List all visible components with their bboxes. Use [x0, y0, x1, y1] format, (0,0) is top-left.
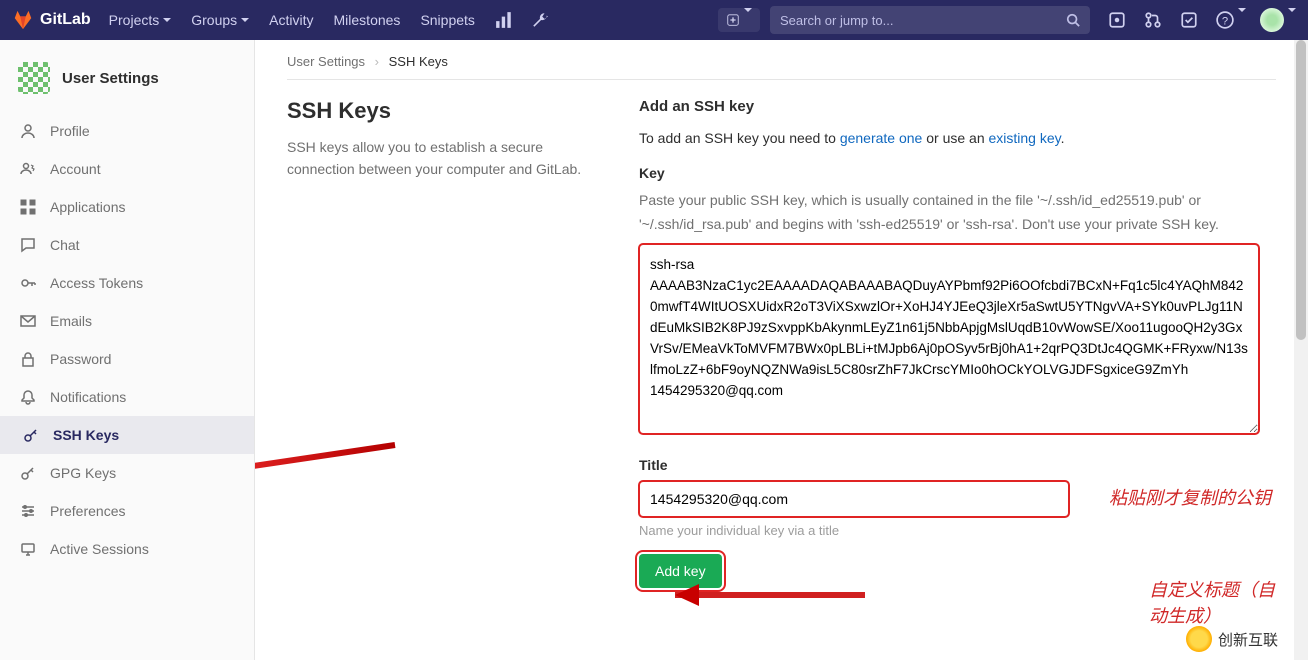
sidebar-item-gpg-keys[interactable]: GPG Keys — [0, 454, 254, 492]
token-icon — [20, 275, 36, 291]
nav-activity[interactable]: Activity — [269, 12, 313, 28]
sidebar-item-ssh-keys[interactable]: SSH Keys — [0, 416, 254, 454]
breadcrumb-current: SSH Keys — [389, 54, 448, 69]
sidebar-item-chat[interactable]: Chat — [0, 226, 254, 264]
sidebar-item-emails[interactable]: Emails — [0, 302, 254, 340]
add-key-button[interactable]: Add key — [639, 554, 722, 588]
sidebar-title: User Settings — [62, 70, 159, 87]
sidebar-item-profile[interactable]: Profile — [0, 112, 254, 150]
top-header: GitLab Projects Groups Activity Mileston… — [0, 0, 1308, 40]
sidebar-item-active-sessions[interactable]: Active Sessions — [0, 530, 254, 568]
page-desc: SSH keys allow you to establish a secure… — [287, 136, 597, 181]
sidebar-item-password[interactable]: Password — [0, 340, 254, 378]
scrollbar-thumb[interactable] — [1296, 40, 1306, 340]
brand-text: GitLab — [40, 11, 91, 29]
form-intro: To add an SSH key you need to generate o… — [639, 127, 1276, 151]
key-icon — [20, 465, 36, 481]
plus-icon — [726, 13, 740, 27]
help-icon: ? — [1216, 11, 1234, 29]
sidebar-item-account[interactable]: Account — [0, 150, 254, 188]
profile-icon — [20, 123, 36, 139]
sidebar-item-preferences[interactable]: Preferences — [0, 492, 254, 530]
key-icon — [23, 427, 39, 443]
form-heading: Add an SSH key — [639, 98, 1276, 115]
help-dropdown[interactable]: ? — [1216, 11, 1246, 29]
email-icon — [20, 313, 36, 329]
key-label: Key — [639, 165, 1276, 181]
nav-groups[interactable]: Groups — [191, 12, 249, 28]
main-content: User Settings › SSH Keys SSH Keys SSH ke… — [255, 40, 1308, 660]
key-hint: Paste your public SSH key, which is usua… — [639, 189, 1276, 237]
sidebar-header: User Settings — [0, 52, 254, 112]
issues-icon[interactable] — [1108, 11, 1126, 29]
search-box[interactable] — [770, 6, 1090, 34]
link-existing-key[interactable]: existing key — [989, 130, 1061, 146]
divider — [287, 79, 1276, 80]
user-identicon — [18, 62, 50, 94]
annotation-key: 粘贴刚才复制的公钥 — [1109, 484, 1271, 510]
gitlab-logo[interactable]: GitLab — [12, 9, 91, 31]
nav-milestones[interactable]: Milestones — [334, 12, 401, 28]
breadcrumb: User Settings › SSH Keys — [287, 54, 1276, 69]
sessions-icon — [20, 541, 36, 557]
applications-icon — [20, 199, 36, 215]
wrench-icon[interactable] — [531, 11, 549, 29]
todos-icon[interactable] — [1180, 11, 1198, 29]
title-help: Name your individual key via a title — [639, 523, 1276, 538]
annotation-title: 自定义标题（自动生成） — [1149, 576, 1276, 628]
sidebar-item-notifications[interactable]: Notifications — [0, 378, 254, 416]
chat-icon — [20, 237, 36, 253]
page-title: SSH Keys — [287, 98, 597, 124]
add-key-form: Add an SSH key To add an SSH key you nee… — [639, 98, 1276, 588]
breadcrumb-root[interactable]: User Settings — [287, 54, 365, 69]
nav-snippets[interactable]: Snippets — [420, 12, 474, 28]
key-textarea[interactable] — [639, 244, 1259, 434]
title-label: Title — [639, 457, 1276, 473]
sidebar-item-applications[interactable]: Applications — [0, 188, 254, 226]
lock-icon — [20, 351, 36, 367]
title-input[interactable] — [639, 481, 1069, 517]
search-input[interactable] — [780, 13, 1066, 28]
user-avatar[interactable] — [1260, 8, 1284, 32]
search-icon — [1066, 13, 1080, 27]
new-dropdown[interactable] — [718, 8, 760, 32]
svg-text:?: ? — [1222, 16, 1228, 28]
link-generate-one[interactable]: generate one — [840, 130, 923, 146]
scrollbar[interactable] — [1294, 40, 1308, 660]
page-description: SSH Keys SSH keys allow you to establish… — [287, 98, 597, 588]
preferences-icon — [20, 503, 36, 519]
sidebar: User Settings Profile Account Applicatio… — [0, 40, 255, 660]
sidebar-item-access-tokens[interactable]: Access Tokens — [0, 264, 254, 302]
account-icon — [20, 161, 36, 177]
gitlab-icon — [12, 9, 34, 31]
chart-icon[interactable] — [495, 11, 513, 29]
breadcrumb-separator: › — [375, 54, 379, 69]
bell-icon — [20, 389, 36, 405]
merge-request-icon[interactable] — [1144, 11, 1162, 29]
nav-projects[interactable]: Projects — [109, 12, 172, 28]
